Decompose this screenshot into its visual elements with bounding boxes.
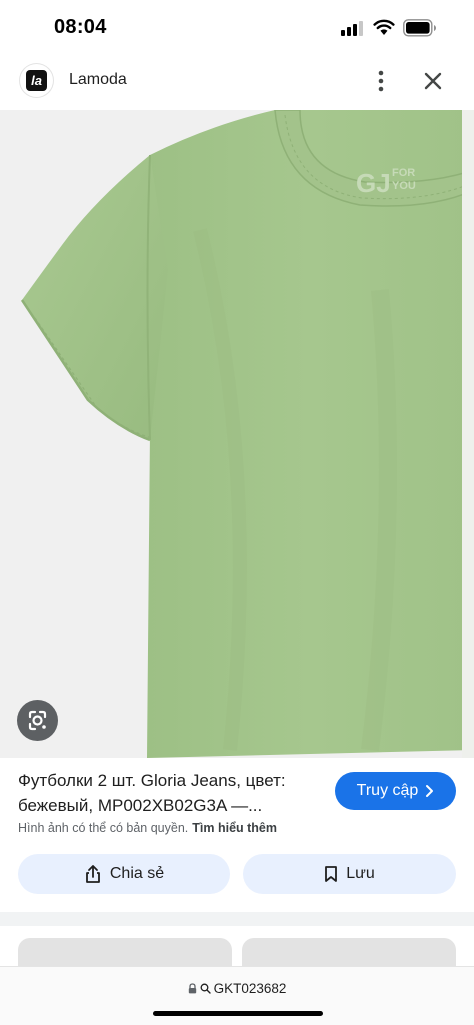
save-button[interactable]: Lưu	[243, 854, 456, 894]
close-icon[interactable]	[420, 68, 446, 94]
svg-text:GJ: GJ	[356, 168, 391, 198]
chevron-right-icon	[426, 785, 434, 797]
lens-button[interactable]	[17, 700, 58, 741]
bookmark-icon	[325, 866, 338, 882]
product-image[interactable]: GJ FOR YOU	[0, 110, 474, 758]
search-icon	[200, 983, 211, 994]
site-logo-mark: la	[26, 70, 47, 91]
site-logo[interactable]: la	[20, 64, 53, 97]
visit-button[interactable]: Truy cập	[335, 772, 456, 810]
home-indicator	[153, 1011, 323, 1016]
copyright-text: Hình ảnh có thể có bản quyền.	[18, 821, 189, 835]
svg-text:YOU: YOU	[392, 180, 416, 192]
url-bar[interactable]: GKT023682	[0, 966, 474, 1025]
status-time: 08:04	[54, 16, 107, 38]
save-button-label: Lưu	[346, 865, 375, 882]
status-bar: 08:04	[0, 0, 474, 56]
section-divider	[0, 912, 474, 926]
share-icon	[85, 865, 100, 883]
cellular-signal-icon	[341, 20, 365, 36]
svg-text:FOR: FOR	[392, 167, 415, 179]
learn-more-link[interactable]: Tìm hiểu thêm	[192, 821, 277, 835]
share-button[interactable]: Chia sẻ	[18, 854, 230, 894]
copyright-notice: Hình ảnh có thể có bản quyền. Tìm hiểu th…	[18, 821, 277, 835]
wifi-icon	[373, 19, 395, 35]
battery-icon	[403, 19, 436, 37]
lock-icon	[188, 983, 196, 994]
url-text: GKT023682	[213, 981, 287, 996]
result-title[interactable]: Футболки 2 шт. Gloria Jeans, цвет: бежев…	[18, 768, 330, 818]
visit-button-label: Truy cập	[356, 782, 419, 799]
url-display: GKT023682	[0, 981, 474, 996]
site-name[interactable]: Lamoda	[69, 71, 127, 89]
lens-icon	[28, 710, 47, 731]
site-header: la Lamoda	[0, 56, 474, 108]
tshirt-illustration: GJ FOR YOU	[0, 110, 474, 758]
share-button-label: Chia sẻ	[109, 865, 165, 882]
more-vertical-icon[interactable]	[369, 68, 393, 94]
